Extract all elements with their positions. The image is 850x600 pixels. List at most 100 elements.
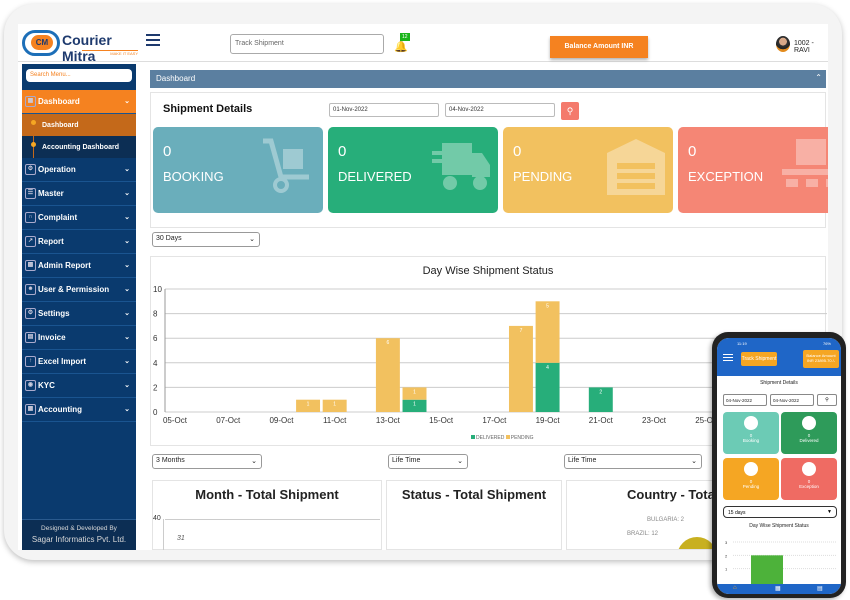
brand-name: Courier Mitra	[62, 32, 112, 64]
pending-card[interactable]: 0 PENDING	[503, 127, 673, 213]
sidebar-item-dashboard[interactable]: ▦ Dashboard ⌄	[22, 90, 136, 114]
collapse-chevron-up-icon[interactable]: ⌃	[815, 73, 822, 82]
hand-truck-icon	[263, 138, 309, 193]
calculator-icon: ▦	[25, 404, 36, 415]
phone-pending-card[interactable]: 0 Pending	[723, 458, 779, 500]
hamburger-menu-icon[interactable]	[146, 34, 160, 47]
bar-value-label: 6	[387, 340, 390, 346]
bar-pending-13-Oct[interactable]	[375, 338, 400, 412]
sidebar-item-report[interactable]: ↗ Report ⌄	[22, 230, 136, 254]
bar-value-label: 1	[413, 389, 416, 395]
y-tick-label: 8	[153, 310, 158, 319]
sidebar-item-user-permission[interactable]: ☻ User & Permission ⌄	[22, 278, 136, 302]
sidebar-item-master[interactable]: ☰ Master ⌄	[22, 182, 136, 206]
phone-date-to[interactable]: 04-Nov-2022	[770, 394, 814, 406]
phone-booking-card[interactable]: 0 Booking	[723, 412, 779, 454]
search-menu-input[interactable]: Search Menu...	[26, 69, 132, 82]
building-icon[interactable]: ▦	[775, 585, 781, 592]
users-icon: ☻	[25, 284, 36, 295]
bar-value-label: 7	[520, 328, 523, 334]
date-from-input[interactable]: 01-Nov-2022	[329, 103, 439, 117]
delivered-card[interactable]: 0 DELIVERED	[328, 127, 498, 213]
sidebar-item-accounting[interactable]: ▦ Accounting ⌄	[22, 398, 136, 422]
caret-down-icon: ▼	[827, 509, 832, 515]
legend-delivered[interactable]: DELIVERED	[471, 435, 504, 441]
phone-booking-label: Booking	[742, 438, 760, 443]
sidebar-item-excel-import[interactable]: ↑ Excel Import ⌄	[22, 350, 136, 374]
country-label-brazil: BRAZIL: 12	[627, 531, 659, 537]
phone-exception-card[interactable]: 0 Exception	[781, 458, 837, 500]
sidebar-menu: ▦ Dashboard ⌄ Dashboard Accounting Dashboa…	[22, 90, 136, 422]
phone-balance-button[interactable]: Balance Amount INR 23895.70 /-	[803, 350, 839, 368]
user-avatar[interactable]	[776, 36, 790, 52]
sidebar-item-operation[interactable]: ⚙ Operation ⌄	[22, 158, 136, 182]
month-range-select[interactable]: 3 Months ⌄	[152, 454, 262, 469]
chevron-down-icon: ⌄	[124, 382, 130, 389]
chevron-down-icon: ⌄	[124, 214, 130, 221]
sidebar-item-label: Invoice	[38, 333, 66, 342]
app-screen: CM Courier Mitra MAKE IT EASY Track Ship…	[18, 24, 828, 550]
exception-count: 0	[688, 143, 697, 160]
brand-logo[interactable]: CM Courier Mitra MAKE IT EASY	[22, 28, 142, 64]
chevron-down-icon: ⌄	[124, 238, 130, 245]
document-icon[interactable]: ▤	[817, 585, 823, 592]
month-chart-gridline	[165, 519, 380, 520]
phone-day-wise-chart: 3 2 1	[725, 540, 837, 586]
home-icon[interactable]: ⌂	[733, 585, 737, 591]
date-to-input[interactable]: 04-Nov-2022	[445, 103, 555, 117]
bar-pending-18-Oct[interactable]	[508, 325, 533, 412]
sidebar-item-invoice[interactable]: ▤ Invoice ⌄	[22, 326, 136, 350]
brand-tagline: MAKE IT EASY	[82, 50, 138, 56]
phone-pending-label: Pending	[742, 484, 760, 489]
country-select-value: Life Time	[568, 457, 597, 464]
month-total-panel: Month - Total Shipment 40 31	[152, 480, 382, 550]
sidebar-item-settings[interactable]: ⚙ Settings ⌄	[22, 302, 136, 326]
bell-icon[interactable]: 🔔	[394, 40, 408, 53]
sidebar-footer: Designed & Developed By Sagar Informatic…	[22, 519, 136, 550]
bar-pending-19-Oct[interactable]	[535, 301, 560, 363]
phone-chart-title: Day Wise Shipment Status	[749, 523, 809, 529]
phone-header: 11:19 76% Track Shipment Balance Amount …	[717, 338, 841, 376]
phone-hamburger-icon[interactable]	[723, 354, 733, 363]
booking-label: BOOKING	[163, 169, 224, 184]
sidebar-subitem-accounting-dashboard[interactable]: Accounting Dashboard	[22, 136, 136, 158]
sidebar-item-complaint[interactable]: ∩ Complaint ⌄	[22, 206, 136, 230]
phone-delivered-card[interactable]: 0 Delivered	[781, 412, 837, 454]
sidebar-subitem-dashboard[interactable]: Dashboard	[22, 114, 136, 136]
phone-range-select[interactable]: 15 days ▼	[723, 506, 837, 518]
country-range-select[interactable]: Life Time ⌄	[564, 454, 702, 469]
footer-company-name[interactable]: Sagar Informatics Pvt. Ltd.	[22, 535, 136, 544]
status-range-select[interactable]: Life Time ⌄	[388, 454, 468, 469]
phone-track-shipment-button[interactable]: Track Shipment	[741, 352, 777, 366]
chevron-down-icon: ⌄	[251, 458, 257, 465]
sidebar-item-kyc[interactable]: ◉ KYC ⌄	[22, 374, 136, 398]
sidebar-item-admin-report[interactable]: ▩ Admin Report ⌄	[22, 254, 136, 278]
search-button[interactable]: ⚲	[561, 102, 579, 120]
phone-bar[interactable]	[751, 555, 783, 586]
gear-icon: ⚙	[25, 308, 36, 319]
grid-icon: ▦	[25, 96, 36, 107]
country-pie-slice[interactable]	[677, 537, 717, 549]
legend-pending[interactable]: PENDING	[505, 435, 534, 441]
country-label-bulgaria: BULGARIA: 2	[647, 517, 685, 523]
phone-date-from[interactable]: 04-Nov-2022	[723, 394, 767, 406]
x-tick-label: 23-Oct	[642, 416, 667, 425]
user-name[interactable]: 1002 - RAVI	[794, 40, 828, 54]
track-shipment-input[interactable]: Track Shipment	[230, 34, 384, 54]
fingerprint-icon: ◉	[25, 380, 36, 391]
bar-value-label: 5	[546, 303, 549, 309]
y-tick-label: 0	[153, 408, 158, 417]
range-select[interactable]: 30 Days ⌄	[152, 232, 260, 247]
headset-icon: ∩	[25, 212, 36, 223]
y-tick-label: 10	[153, 285, 162, 294]
booking-card[interactable]: 0 BOOKING	[153, 127, 323, 213]
exception-card[interactable]: 0 EXCEPTION	[678, 127, 828, 213]
x-tick-label: 07-Oct	[216, 416, 241, 425]
phone-delivered-label: Delivered	[799, 438, 819, 443]
y-tick-label: 4	[153, 359, 158, 368]
shipment-details-panel: Shipment Details 01-Nov-2022 04-Nov-2022…	[150, 92, 828, 228]
phone-search-icon[interactable]: ⚲	[817, 394, 837, 406]
bar-value-label: 1	[307, 402, 310, 408]
sidebar-item-label: Complaint	[38, 213, 78, 222]
balance-amount-button[interactable]: Balance Amount INR 23895.70 /-	[550, 36, 648, 72]
